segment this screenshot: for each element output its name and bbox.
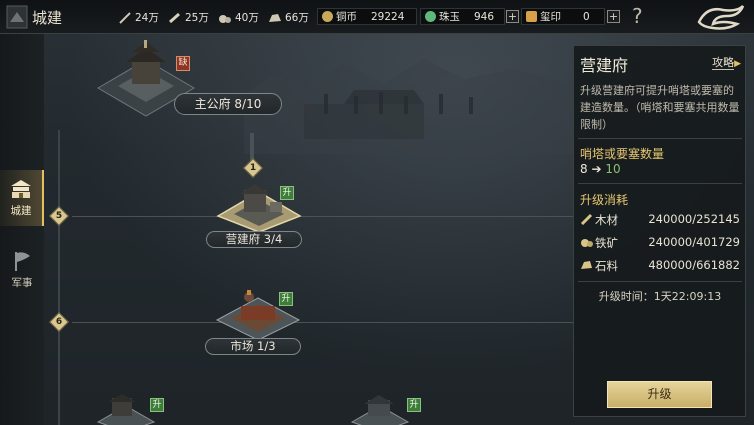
- stat-to: 10: [605, 162, 621, 176]
- cost-row-stone: 石料 480000/661882: [580, 258, 744, 274]
- stone-icon: [581, 261, 592, 269]
- arrow-right-icon: ▶: [734, 59, 741, 69]
- level-track: [58, 130, 60, 425]
- feather-icon: [119, 11, 131, 24]
- wood-icon: [580, 213, 593, 225]
- building-detail-panel: 营建府 攻略▶ 升级营建府可提升哨塔或要塞的建造数量。（哨塔和要塞共用数量限制）…: [573, 45, 746, 417]
- stat-from: 8: [580, 162, 588, 176]
- stat-value: 8 ➔ 10: [580, 162, 621, 176]
- upgrade-badge: 升: [280, 186, 294, 200]
- level-line-6: [72, 322, 574, 323]
- upgrade-badge: 升: [150, 398, 164, 412]
- guide-link-label: 攻略: [712, 56, 735, 70]
- level-marker-5-number: 5: [55, 211, 63, 221]
- market-label: 市场 1/3: [205, 338, 301, 355]
- top-bar: 城建 24万 25万 40万 66万 铜币 29224 珠玉 946 + 玺印 …: [0, 0, 754, 34]
- upgrade-badge: 升: [279, 292, 293, 306]
- cost-wood-name: 木材: [595, 213, 618, 227]
- dragon-logo-icon[interactable]: [693, 2, 751, 32]
- level-line-5: [72, 216, 574, 217]
- currency-jade-label: 珠玉: [439, 11, 460, 23]
- add-seal-button[interactable]: +: [607, 10, 620, 23]
- main-building-label: 主公府 8/10: [174, 93, 282, 115]
- currency-seal-value: 0: [583, 10, 590, 23]
- upgrade-badge: 升: [407, 398, 421, 412]
- currency-jade: 珠玉 946: [420, 8, 505, 25]
- city-icon: [6, 5, 28, 29]
- guide-link[interactable]: 攻略▶: [712, 54, 741, 70]
- level-marker-1-number: 1: [249, 163, 257, 173]
- currency-copper-label: 铜币: [336, 11, 357, 23]
- cost-stone-value: 480000/661882: [648, 258, 740, 272]
- resource-ore-value: 40万: [235, 12, 259, 24]
- cost-row-wood: 木材 240000/252145: [580, 212, 744, 228]
- cost-row-iron: 铁矿 240000/401729: [580, 235, 744, 251]
- panel-description: 升级营建府可提升哨塔或要塞的建造数量。（哨塔和要塞共用数量限制）: [580, 84, 740, 131]
- nav-tab-military[interactable]: 军事: [0, 248, 44, 300]
- help-button[interactable]: ?: [632, 4, 643, 28]
- seal-icon: [526, 11, 537, 22]
- resource-ore: 40万: [218, 10, 259, 25]
- divider: [578, 281, 742, 282]
- level-marker-6-number: 6: [55, 317, 63, 327]
- resource-stone-value: 66万: [285, 12, 309, 24]
- scroll-icon: [169, 12, 180, 23]
- page-title: 城建: [32, 9, 63, 27]
- ore-icon: [219, 14, 231, 23]
- main-building[interactable]: 缺 主公府 8/10: [96, 40, 286, 118]
- missing-resource-badge: 缺: [176, 56, 190, 71]
- divider: [578, 138, 742, 139]
- stat-label: 哨塔或要塞数量: [580, 147, 665, 161]
- cost-stone-name: 石料: [595, 259, 618, 273]
- currency-copper: 铜币 29224: [317, 8, 417, 25]
- stat-arrow-icon: ➔: [591, 162, 602, 176]
- panel-title: 营建府: [580, 56, 629, 75]
- resource-feather-value: 24万: [135, 12, 159, 24]
- nav-tab-city-label: 城建: [10, 205, 32, 217]
- resource-scroll: 25万: [168, 10, 209, 25]
- stone-icon: [269, 13, 281, 22]
- building-market[interactable]: 升 市场 1/3: [205, 288, 305, 358]
- copper-coin-icon: [322, 11, 333, 22]
- currency-copper-value: 29224: [371, 10, 405, 23]
- construction-office-label: 营建府 3/4: [206, 231, 302, 248]
- upgrade-time: 升级时间：1天22:09:13: [598, 290, 722, 303]
- flag-icon: [15, 252, 30, 271]
- jade-icon: [425, 11, 436, 22]
- cost-iron-value: 240000/401729: [648, 235, 740, 249]
- building-bottom-right[interactable]: 升: [350, 392, 425, 425]
- bottom-left-building-image: [96, 394, 156, 425]
- nav-tab-city[interactable]: 城建: [0, 170, 44, 226]
- left-nav: 城建 军事: [0, 34, 44, 425]
- currency-seal-label: 玺印: [540, 11, 561, 23]
- currency-seal: 玺印 0: [521, 8, 605, 25]
- cost-wood-value: 240000/252145: [648, 212, 740, 226]
- resource-scroll-value: 25万: [185, 12, 209, 24]
- game-screen: 城建 24万 25万 40万 66万 铜币 29224 珠玉 946 + 玺印 …: [0, 0, 754, 425]
- currency-jade-value: 946: [474, 10, 495, 23]
- city-building-icon: [11, 180, 31, 198]
- upgrade-button[interactable]: 升级: [607, 381, 712, 408]
- resource-stone: 66万: [268, 10, 309, 25]
- divider: [578, 183, 742, 184]
- iron-ore-icon: [581, 239, 593, 247]
- building-bottom-left[interactable]: 升: [96, 392, 166, 425]
- resource-feather: 24万: [118, 10, 159, 25]
- cost-iron-name: 铁矿: [595, 236, 618, 250]
- cost-label: 升级消耗: [580, 193, 629, 207]
- bottom-right-building-image: [350, 395, 410, 425]
- nav-tab-military-label: 军事: [11, 277, 33, 289]
- add-jade-button[interactable]: +: [506, 10, 519, 23]
- building-construction-office[interactable]: 升 营建府 3/4: [206, 180, 306, 250]
